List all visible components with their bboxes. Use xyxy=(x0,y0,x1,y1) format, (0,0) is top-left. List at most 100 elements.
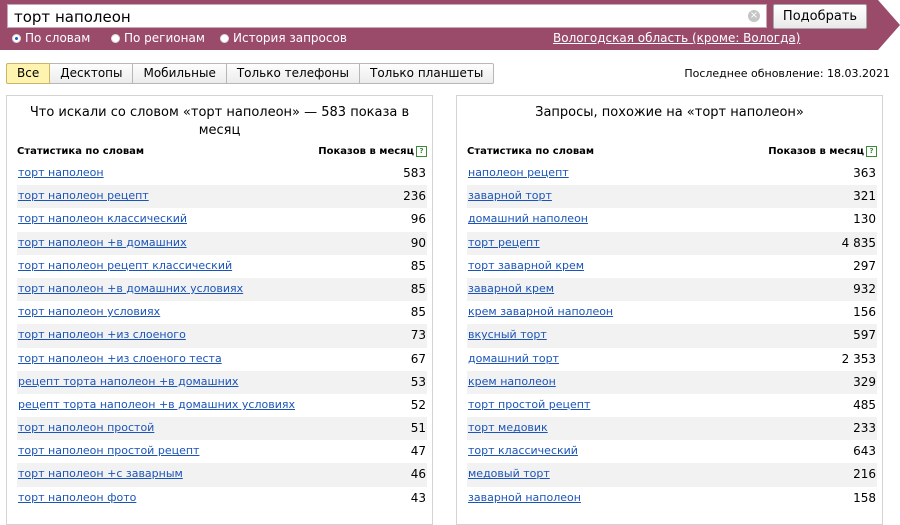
radio-by-regions[interactable]: По регионам xyxy=(111,31,205,45)
table-row: торт наполеон +из слоеного теста 67 xyxy=(17,348,427,371)
keyword-link[interactable]: торт наполеон xyxy=(18,166,104,179)
table-row: торт простой рецепт 485 xyxy=(467,394,877,417)
keyword-link[interactable]: торт наполеон +в домашних xyxy=(18,236,187,249)
submit-button[interactable]: Подобрать xyxy=(773,4,867,29)
table-row: рецепт торта наполеон +в домашних услови… xyxy=(17,394,427,417)
keyword-link[interactable]: торт наполеон фото xyxy=(18,491,136,504)
impressions-count: 2 353 xyxy=(841,351,876,366)
help-icon[interactable]: ? xyxy=(866,146,877,157)
search-input[interactable] xyxy=(14,8,734,26)
tab-mobile[interactable]: Мобильные xyxy=(133,63,227,84)
impressions-count: 583 xyxy=(403,166,426,180)
keyword-link[interactable]: торт наполеон рецепт классический xyxy=(18,259,232,272)
help-icon[interactable]: ? xyxy=(416,146,427,157)
radio-label: История запросов xyxy=(233,31,347,45)
keyword-link[interactable]: торт рецепт xyxy=(468,236,540,249)
device-tabs: Все Десктопы Мобильные Только телефоны Т… xyxy=(6,63,495,84)
keyword-link[interactable]: торт заварной крем xyxy=(468,259,584,272)
keyword-link[interactable]: вкусный торт xyxy=(468,328,547,341)
table-row: торт наполеон простой рецепт 47 xyxy=(17,440,427,463)
keyword-link[interactable]: наполеон рецепт xyxy=(468,166,569,179)
impressions-count: 597 xyxy=(853,328,876,343)
impressions-count: 85 xyxy=(410,258,426,273)
impressions-count: 90 xyxy=(410,235,426,250)
table-row: торт наполеон +из слоеного 73 xyxy=(17,324,427,348)
radio-label: По регионам xyxy=(124,31,205,45)
keyword-link[interactable]: торт наполеон рецепт xyxy=(18,189,149,202)
table-row: заварной торт 321 xyxy=(467,185,877,209)
table-row: торт наполеон простой 51 xyxy=(17,417,427,441)
keyword-link[interactable]: торт наполеон условиях xyxy=(18,305,160,318)
keyword-link[interactable]: заварной крем xyxy=(468,282,554,295)
column-header: Статистика по словам Показов в месяц ? xyxy=(17,146,427,160)
table-row: крем заварной наполеон 156 xyxy=(467,301,877,324)
table-row: заварной наполеон 158 xyxy=(467,487,877,510)
keyword-link[interactable]: заварной торт xyxy=(468,189,552,202)
table-row: торт наполеон классический 96 xyxy=(17,208,427,231)
keyword-link[interactable]: домашний наполеон xyxy=(468,212,588,225)
table-row: торт наполеон условиях 85 xyxy=(17,301,427,324)
table-row: торт классический 643 xyxy=(467,440,877,463)
impressions-count: 52 xyxy=(410,397,426,412)
table-row: рецепт торта наполеон +в домашних 53 xyxy=(17,370,427,394)
table-row: вкусный торт 597 xyxy=(467,324,877,348)
impressions-count: 216 xyxy=(853,467,876,482)
keyword-link[interactable]: медовый торт xyxy=(468,467,550,480)
column-header: Статистика по словам Показов в месяц ? xyxy=(467,146,877,160)
keyword-link[interactable]: торт наполеон +из слоеного xyxy=(18,328,186,341)
keyword-link[interactable]: торт наполеон простой рецепт xyxy=(18,444,199,457)
radio-dot-icon xyxy=(111,33,120,43)
impressions-count: 485 xyxy=(853,397,876,412)
panel-title: Запросы, похожие на «торт наполеон» xyxy=(535,105,804,120)
keyword-link[interactable]: крем наполеон xyxy=(468,375,556,388)
panel-title: Что искали со словом «торт наполеон» — 5… xyxy=(29,105,410,138)
keyword-link[interactable]: рецепт торта наполеон +в домашних услови… xyxy=(18,398,295,411)
table-row: торт наполеон 583 xyxy=(17,162,427,185)
clear-icon[interactable]: × xyxy=(748,10,760,22)
keyword-link[interactable]: крем заварной наполеон xyxy=(468,305,613,318)
impressions-count: 85 xyxy=(410,305,426,320)
keyword-link[interactable]: домашний торт xyxy=(468,352,559,365)
column-header-word: Статистика по словам xyxy=(17,146,145,157)
table-row: заварной крем 932 xyxy=(467,277,877,302)
impressions-count: 51 xyxy=(410,421,426,436)
radio-label: По словам xyxy=(25,31,91,45)
similar-queries-panel: Запросы, похожие на «торт наполеон» Стат… xyxy=(456,95,883,525)
keyword-link[interactable]: торт медовик xyxy=(468,421,548,434)
table-row: торт рецепт 4 835 xyxy=(467,231,877,255)
impressions-count: 4 835 xyxy=(841,235,876,250)
keyword-link[interactable]: торт наполеон простой xyxy=(18,421,154,434)
keyword-list: наполеон рецепт 363 заварной торт 321 домашн… xyxy=(467,162,877,510)
tab-desktops[interactable]: Десктопы xyxy=(50,63,134,84)
radio-dot-icon xyxy=(12,33,21,43)
column-header-count: Показов в месяц ? xyxy=(768,146,877,157)
keyword-list: торт наполеон 583 торт наполеон рецепт 236 т… xyxy=(17,162,427,510)
keyword-link[interactable]: заварной наполеон xyxy=(468,491,581,504)
tab-all[interactable]: Все xyxy=(6,63,51,84)
keyword-link[interactable]: рецепт торта наполеон +в домашних xyxy=(18,375,238,388)
tab-tablets-only[interactable]: Только планшеты xyxy=(360,63,495,84)
tab-phones-only[interactable]: Только телефоны xyxy=(226,63,360,84)
table-row: торт наполеон +в домашних 90 xyxy=(17,231,427,255)
table-row: торт наполеон +с заварным 46 xyxy=(17,463,427,487)
impressions-count: 130 xyxy=(853,212,876,227)
table-row: торт наполеон +в домашних условиях 85 xyxy=(17,277,427,302)
radio-by-words[interactable]: По словам xyxy=(12,31,90,45)
keyword-link[interactable]: торт наполеон +с заварным xyxy=(18,467,183,480)
keyword-link[interactable]: торт наполеон +из слоеного теста xyxy=(18,352,222,365)
radio-dot-icon xyxy=(220,33,229,43)
region-link[interactable]: Вологодская область (кроме: Вологда) xyxy=(553,31,800,45)
impressions-count: 53 xyxy=(410,374,426,389)
keyword-link[interactable]: торт классический xyxy=(468,444,578,457)
keyword-link[interactable]: торт наполеон +в домашних условиях xyxy=(18,282,243,295)
column-header-count-label: Показов в месяц xyxy=(318,146,414,157)
table-row: крем наполеон 329 xyxy=(467,370,877,394)
keyword-link[interactable]: торт наполеон классический xyxy=(18,212,187,225)
keyword-link[interactable]: торт простой рецепт xyxy=(468,398,590,411)
impressions-count: 43 xyxy=(410,490,426,505)
radio-history[interactable]: История запросов xyxy=(220,31,347,45)
impressions-count: 46 xyxy=(410,467,426,482)
column-header-count: Показов в месяц ? xyxy=(318,146,427,157)
words-stats-panel: Что искали со словом «торт наполеон» — 5… xyxy=(6,95,433,525)
impressions-count: 329 xyxy=(853,374,876,389)
